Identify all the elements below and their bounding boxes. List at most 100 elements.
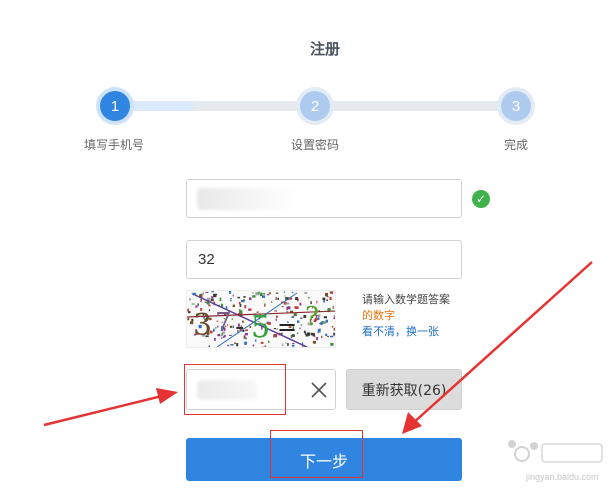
captcha-noise-dot bbox=[244, 341, 247, 345]
step-1-number: 1 bbox=[100, 91, 130, 121]
captcha-glyph: 5 bbox=[251, 310, 270, 345]
captcha-noise-dot bbox=[326, 299, 328, 301]
captcha-noise-dot bbox=[323, 316, 327, 319]
page-title: 注册 bbox=[309, 40, 340, 58]
captcha-noise-dot bbox=[243, 296, 246, 298]
captcha-noise-dot bbox=[283, 291, 285, 293]
captcha-noise-dot bbox=[189, 298, 191, 301]
captcha-glyph: - bbox=[235, 312, 244, 342]
captcha-answer-value: 32 bbox=[198, 251, 215, 268]
captcha-noise-dot bbox=[214, 338, 216, 341]
captcha-noise-dot bbox=[300, 324, 302, 326]
captcha-noise-dot bbox=[334, 291, 335, 294]
captcha-noise-dot bbox=[323, 300, 325, 303]
captcha-noise-dot bbox=[230, 297, 232, 300]
next-step-button[interactable]: 下一步 bbox=[186, 438, 462, 481]
captcha-noise-dot bbox=[229, 291, 232, 294]
captcha-noise-dot bbox=[333, 327, 335, 331]
captcha-noise-dot bbox=[331, 291, 334, 294]
step-1-label: 填写手机号 bbox=[83, 138, 144, 152]
captcha-noise-dot bbox=[252, 295, 256, 298]
captcha-noise-dot bbox=[273, 328, 276, 330]
captcha-noise-dot bbox=[299, 302, 302, 306]
captcha-noise-dot bbox=[230, 344, 234, 346]
captcha-noise-dot bbox=[236, 343, 239, 347]
captcha-noise-dot bbox=[333, 332, 335, 336]
captcha-noise-dot bbox=[264, 345, 267, 347]
captcha-hint: 请输入数学题答案 的数字 看不清，换一张 bbox=[362, 292, 472, 340]
captcha-noise-dot bbox=[332, 305, 334, 309]
captcha-noise-dot bbox=[297, 320, 300, 323]
clear-icon[interactable] bbox=[307, 378, 331, 402]
captcha-answer-input[interactable]: 32 bbox=[186, 240, 462, 279]
captcha-noise-dot bbox=[258, 291, 260, 295]
captcha-noise-dot bbox=[261, 295, 266, 298]
captcha-noise-dot bbox=[237, 296, 240, 299]
captcha-noise-dot bbox=[197, 303, 199, 306]
step-2-label: 设置密码 bbox=[290, 138, 339, 152]
captcha-noise-dot bbox=[312, 340, 316, 344]
captcha-noise-dot bbox=[319, 322, 321, 325]
captcha-noise-dot bbox=[214, 293, 218, 296]
captcha-hint-line2: 的数字 bbox=[362, 309, 395, 322]
captcha-noise-dot bbox=[204, 301, 207, 303]
captcha-noise-dot bbox=[244, 305, 247, 309]
captcha-noise-dot bbox=[291, 344, 295, 347]
captcha-noise-dot bbox=[299, 327, 301, 330]
captcha-noise-dot bbox=[274, 310, 277, 312]
captcha-noise-dot bbox=[330, 342, 334, 346]
captcha-noise-dot bbox=[205, 291, 209, 293]
captcha-noise-dot bbox=[307, 297, 310, 299]
captcha-noise-dot bbox=[260, 292, 263, 296]
captcha-noise-dot bbox=[330, 335, 334, 338]
captcha-noise-dot bbox=[329, 291, 332, 294]
captcha-image[interactable]: 3 7 - 5 = ? bbox=[186, 290, 336, 348]
captcha-noise-dot bbox=[211, 291, 214, 293]
captcha-noise-dot bbox=[275, 296, 277, 300]
captcha-noise-dot bbox=[245, 337, 247, 340]
captcha-noise-dot bbox=[292, 342, 295, 345]
watermark-text: jingyan.baidu.com bbox=[526, 472, 599, 482]
captcha-noise-dot bbox=[208, 345, 210, 347]
captcha-noise-dot bbox=[325, 319, 328, 323]
captcha-noise-dot bbox=[191, 303, 195, 305]
step-3-number: 3 bbox=[501, 91, 531, 121]
resend-code-button[interactable]: 重新获取(26) bbox=[346, 369, 462, 410]
captcha-noise-dot bbox=[321, 321, 325, 323]
step-3-label: 完成 bbox=[503, 138, 528, 152]
captcha-noise-dot bbox=[187, 317, 190, 321]
captcha-noise-dot bbox=[202, 291, 204, 295]
captcha-noise-dot bbox=[241, 300, 245, 303]
captcha-noise-dot bbox=[333, 314, 335, 318]
captcha-noise-dot bbox=[310, 332, 314, 336]
captcha-noise-dot bbox=[263, 293, 266, 295]
captcha-noise-dot bbox=[210, 298, 214, 302]
captcha-noise-dot bbox=[322, 297, 326, 301]
captcha-noise-dot bbox=[238, 302, 241, 305]
step-2-indicator: 2 bbox=[296, 87, 334, 125]
captcha-glyph: 3 bbox=[193, 308, 212, 343]
captcha-noise-dot bbox=[227, 344, 230, 347]
captcha-noise-dot bbox=[285, 302, 290, 305]
captcha-noise-dot bbox=[230, 299, 232, 302]
captcha-noise-dot bbox=[219, 297, 222, 302]
captcha-noise-dot bbox=[282, 343, 284, 347]
captcha-noise-dot bbox=[295, 297, 298, 300]
captcha-noise-dot bbox=[264, 303, 266, 307]
phone-input[interactable] bbox=[186, 179, 462, 218]
captcha-refresh-link[interactable]: 看不清，换一张 bbox=[362, 324, 472, 340]
step-2-number: 2 bbox=[300, 91, 330, 121]
captcha-noise-dot bbox=[306, 332, 310, 336]
captcha-noise-dot bbox=[275, 292, 279, 294]
captcha-noise-dot bbox=[285, 342, 287, 344]
captcha-noise-dot bbox=[321, 335, 323, 338]
captcha-noise-dot bbox=[234, 342, 236, 344]
captcha-glyph: = bbox=[277, 313, 297, 341]
captcha-noise-dot bbox=[262, 346, 264, 347]
captcha-noise-dot bbox=[232, 294, 234, 297]
sms-code-input[interactable] bbox=[186, 369, 336, 410]
captcha-noise-dot bbox=[252, 291, 254, 294]
captcha-noise-dot bbox=[277, 297, 279, 300]
captcha-noise-dot bbox=[267, 293, 270, 296]
captcha-noise-dot bbox=[300, 317, 303, 319]
